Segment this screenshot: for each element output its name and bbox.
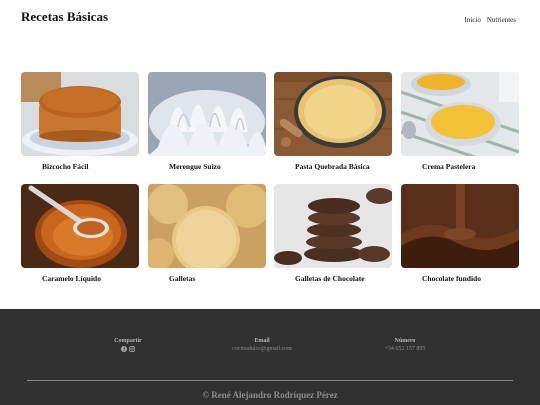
nav-link-nutrientes[interactable]: Nutrientes: [487, 16, 516, 24]
recipe-name: Crema Pastelera: [422, 162, 476, 171]
recipe-name: Merengue Suizo: [169, 162, 221, 171]
share-label: Compartir: [114, 338, 142, 344]
phone-label: Número: [394, 338, 416, 344]
melted-chocolate-image: [401, 184, 519, 268]
site-header: Recetas Básicas Inicio Nutrientes: [0, 0, 540, 40]
pastry-cream-image: [401, 72, 519, 156]
recipe-name: Chocolate fundido: [422, 274, 481, 283]
email-value[interactable]: cocinadulce@gmail.com: [232, 346, 292, 352]
recipe-card-pasta-quebrada[interactable]: Pasta Quebrada Básica: [274, 72, 392, 178]
recipe-name: Galletas: [169, 274, 196, 283]
email-label: Email: [254, 338, 270, 344]
chocolate-cookies-image: [274, 184, 392, 268]
meringue-image: [148, 72, 266, 156]
recipe-card-caramelo[interactable]: Caramelo Líquido: [21, 184, 139, 290]
footer-phone: Número +34 652 157 895: [370, 338, 440, 352]
footer-email: Email cocinadulce@gmail.com: [216, 338, 308, 352]
tart-shell-image: [274, 72, 392, 156]
instagram-icon[interactable]: [129, 346, 135, 352]
footer-divider: [27, 380, 513, 381]
recipe-card-galletas-chocolate[interactable]: Galletas de Chocolate: [274, 184, 392, 290]
copyright: © René Alejandro Rodríquez Pérez: [202, 390, 338, 400]
footer-share: Compartir: [99, 338, 157, 352]
recipe-card-merengue[interactable]: Merengue Suizo: [148, 72, 266, 178]
sponge-cake-image: [21, 72, 139, 156]
facebook-icon[interactable]: [121, 346, 127, 352]
recipe-name: Pasta Quebrada Básica: [295, 162, 370, 171]
recipe-card-bizcocho[interactable]: Bizcocho Fácil: [21, 72, 139, 178]
cookies-image: [148, 184, 266, 268]
recipe-name: Bizcocho Fácil: [42, 162, 89, 171]
nav-link-inicio[interactable]: Inicio: [465, 16, 481, 24]
site-title: Recetas Básicas: [21, 9, 109, 24]
caramel-image: [21, 184, 139, 268]
phone-value: +34 652 157 895: [384, 346, 426, 352]
site-footer: Compartir Email cocinadulce@gmail.com Nú…: [0, 309, 540, 405]
recipe-name: Galletas de Chocolate: [295, 274, 365, 283]
recipe-name: Caramelo Líquido: [42, 274, 101, 283]
recipe-card-chocolate-fundido[interactable]: Chocolate fundido: [401, 184, 519, 290]
recipe-card-galletas[interactable]: Galletas: [148, 184, 266, 290]
main-nav: Inicio Nutrientes: [465, 16, 517, 24]
social-links: [99, 346, 157, 352]
recipe-card-crema-pastelera[interactable]: Crema Pastelera: [401, 72, 519, 178]
